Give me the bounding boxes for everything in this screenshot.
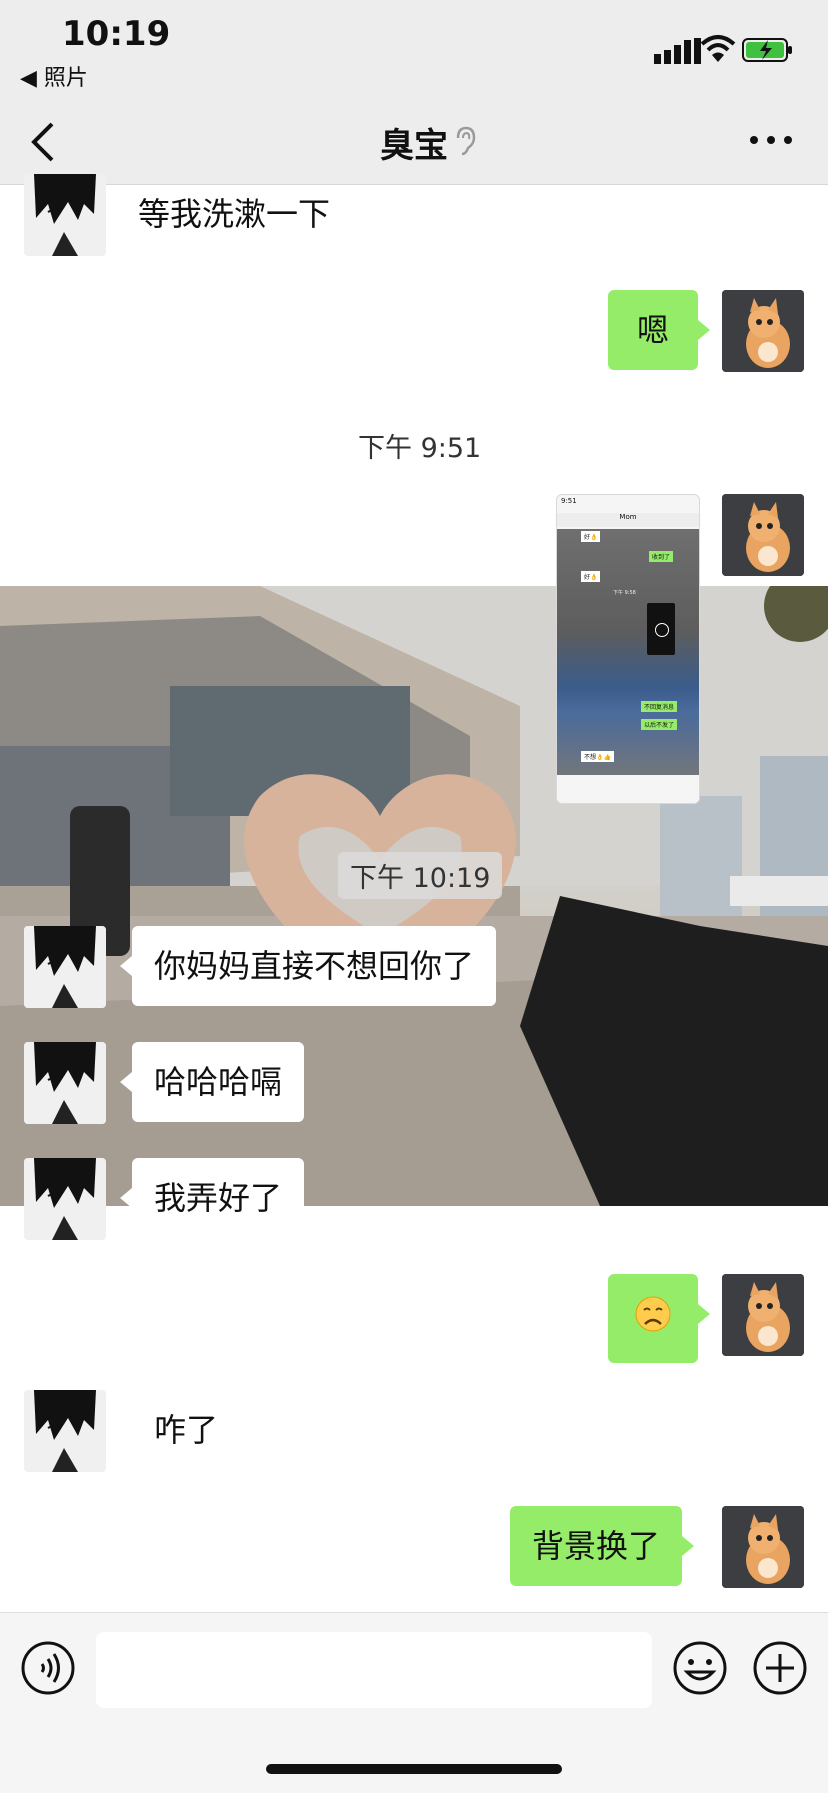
message-input[interactable] bbox=[96, 1632, 652, 1708]
my-avatar[interactable] bbox=[722, 1506, 804, 1588]
plus-icon[interactable] bbox=[752, 1640, 808, 1696]
chat-title: 臭宝 bbox=[380, 126, 448, 166]
kitten-avatar-icon bbox=[722, 290, 804, 372]
timestamp: 下午 10:19 bbox=[338, 852, 503, 899]
my-avatar[interactable] bbox=[722, 290, 804, 372]
contact-avatar[interactable] bbox=[24, 1390, 106, 1472]
message-bubble-sent[interactable]: 嗯 bbox=[608, 290, 710, 370]
anime-boy-avatar-icon bbox=[24, 1390, 106, 1472]
anime-boy-avatar-icon bbox=[24, 926, 106, 1008]
anime-boy-avatar-icon bbox=[24, 174, 106, 256]
thumb-input-bar bbox=[557, 775, 699, 803]
thumb-row: 不想👌👍 bbox=[581, 751, 614, 762]
wifi-icon bbox=[700, 35, 736, 62]
message-bubble-received[interactable]: 我弄好了 bbox=[119, 1158, 305, 1238]
message-bubble-received[interactable]: 哈哈哈嗝 bbox=[119, 1042, 305, 1122]
message-bubble-sent[interactable]: 背景换了 bbox=[510, 1506, 695, 1586]
message-bubble-received[interactable]: 咋了 bbox=[119, 1390, 241, 1470]
my-avatar[interactable] bbox=[722, 1274, 804, 1356]
thumb-row: 以后不发了 bbox=[641, 719, 678, 730]
ear-icon bbox=[456, 126, 476, 156]
thumb-row: 好👌 bbox=[581, 571, 601, 582]
message-bubble-received[interactable]: 你妈妈直接不想回你了 bbox=[119, 926, 497, 1006]
voice-input-icon[interactable] bbox=[20, 1640, 76, 1696]
my-avatar[interactable] bbox=[722, 494, 804, 576]
contact-avatar[interactable] bbox=[24, 926, 106, 1008]
contact-avatar[interactable] bbox=[24, 1158, 106, 1240]
anime-boy-avatar-icon bbox=[24, 1158, 106, 1240]
sent-screenshot-image[interactable]: 9:51 Mom 好👌 收到了 好👌 下午 9:58 不回复消息 以后不发了 不… bbox=[556, 494, 700, 804]
anime-boy-avatar-icon bbox=[24, 1042, 106, 1124]
thumb-row: 收到了 bbox=[649, 551, 674, 562]
thumb-row: 下午 9:58 bbox=[613, 590, 636, 596]
more-options-icon[interactable] bbox=[748, 130, 794, 150]
kitten-avatar-icon bbox=[722, 494, 804, 576]
thumb-status-time: 9:51 bbox=[561, 497, 577, 505]
thumb-row: 不回复消息 bbox=[641, 701, 678, 712]
home-indicator[interactable] bbox=[266, 1764, 562, 1774]
battery-charging-icon bbox=[742, 38, 792, 62]
message-bubble-sent[interactable] bbox=[608, 1274, 710, 1363]
thumb-wallpaper bbox=[557, 529, 699, 783]
sad-face-emoji-icon bbox=[635, 1296, 671, 1332]
thumb-video bbox=[647, 603, 675, 655]
status-time: 10:19 bbox=[62, 14, 171, 54]
contact-avatar[interactable] bbox=[24, 1042, 106, 1124]
signal-icon bbox=[654, 38, 701, 64]
thumb-title: Mom bbox=[557, 513, 699, 527]
thumb-row: 好👌 bbox=[581, 531, 601, 542]
emoji-icon[interactable] bbox=[672, 1640, 728, 1696]
kitten-avatar-icon bbox=[722, 1506, 804, 1588]
message-text: 等我洗漱一下 bbox=[138, 195, 331, 233]
timestamp: 下午 9:51 bbox=[358, 433, 482, 464]
kitten-avatar-icon bbox=[722, 1274, 804, 1356]
back-to-app-link[interactable]: ◀ 照片 bbox=[20, 60, 88, 92]
contact-avatar[interactable] bbox=[24, 174, 106, 256]
